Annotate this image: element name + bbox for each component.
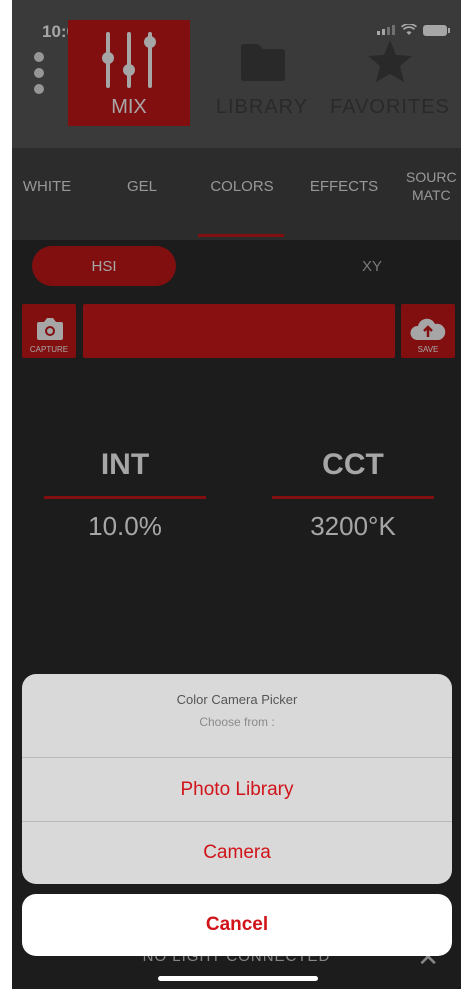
action-sheet: Color Camera Picker Choose from : Photo …	[22, 674, 452, 884]
action-sheet-message: Choose from :	[199, 715, 275, 729]
home-indicator[interactable]	[158, 976, 318, 981]
cancel-button[interactable]: Cancel	[22, 894, 452, 956]
action-sheet-header: Color Camera Picker Choose from :	[22, 674, 452, 758]
action-sheet-title: Color Camera Picker	[176, 692, 298, 707]
app-screen: 10:01 MIX LIBRARY FAVORITES WHITE GEL CO…	[12, 0, 461, 989]
camera-option[interactable]: Camera	[22, 821, 452, 884]
photo-library-option[interactable]: Photo Library	[22, 758, 452, 821]
